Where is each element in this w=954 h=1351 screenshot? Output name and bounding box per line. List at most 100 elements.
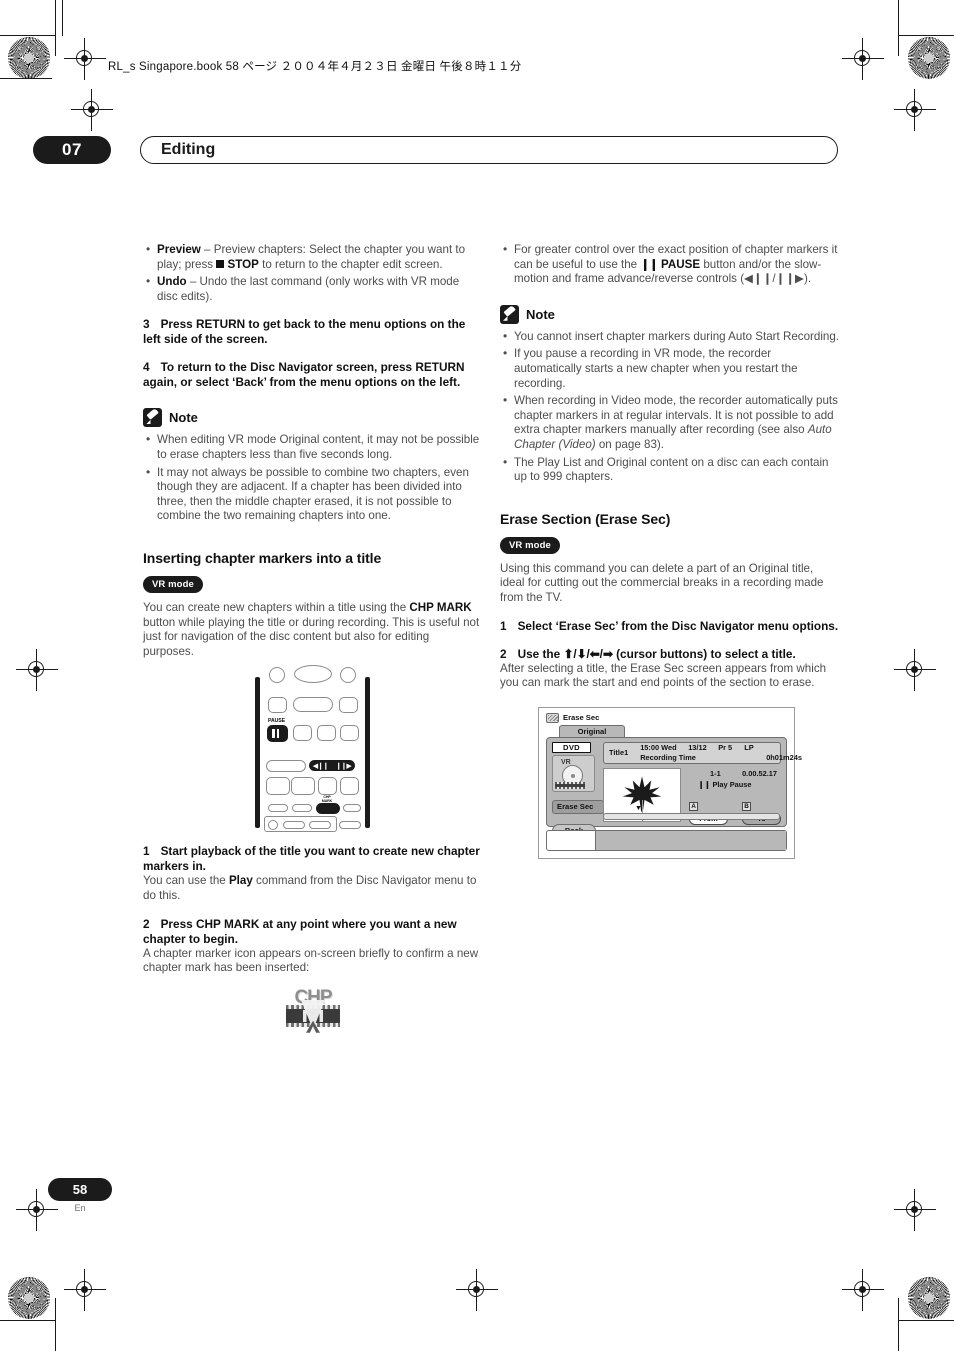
remote-pause-label: PAUSE: [268, 718, 285, 725]
right-step-2-text-2: (cursor buttons) to select a title.: [612, 646, 796, 661]
crop-rule-right-bottom: [898, 1298, 900, 1351]
left-step-1-body-1: You can use the: [143, 874, 229, 888]
osd-title: Erase Sec: [563, 713, 600, 723]
remote-right-edge: [365, 677, 370, 829]
osd-recording-time-value: 0h01m24s: [766, 752, 802, 762]
vr-mode-badge: VR mode: [500, 537, 560, 554]
pause-icon: [272, 729, 280, 739]
left-note-list: When editing VR mode Original content, i…: [143, 432, 483, 524]
film-strip-icon: [555, 781, 585, 789]
right-top-bullet-list: For greater control over the exact posit…: [500, 242, 840, 287]
osd-info-row-1: 15:00 Wed 13/12 Pr 5 LP: [640, 743, 802, 753]
page-language-code: En: [74, 1203, 86, 1213]
osd-info-program: Pr 5: [718, 743, 733, 753]
right-step-2-number: 2: [500, 646, 507, 661]
right-step-1-number: 1: [500, 618, 507, 633]
remote-button-r6-b: [292, 804, 312, 813]
osd-play-state: ❙❙ Play Pause: [698, 779, 752, 789]
disc-navigator-icon: [546, 712, 559, 723]
left-step-4-number: 4: [143, 360, 150, 375]
right-note-item: The Play List and Original content on a …: [500, 455, 840, 485]
osd-info-date: 13/12: [688, 743, 707, 753]
registration-mark-right-upper: [894, 89, 936, 131]
stop-square-icon: [216, 259, 225, 268]
chapter-number-badge: 07: [33, 136, 111, 164]
crop-rule-bottom-right: [898, 1320, 954, 1322]
crop-rule-left: [55, 0, 57, 56]
bullet-undo: Undo – Undo the last command (only works…: [143, 274, 483, 304]
frame-reverse-icon: ◀❙❙: [312, 762, 329, 770]
insert-chapter-markers-heading: Inserting chapter markers into a title: [143, 549, 382, 566]
right-step-2-body: After selecting a title, the Erase Sec s…: [500, 661, 827, 690]
chp-mark-onscreen-icon: CHP: [282, 988, 344, 1035]
pause-glyph-icon: ❙❙: [640, 257, 658, 271]
osd-menu-item-erase-sec[interactable]: Erase Sec: [552, 799, 604, 814]
registration-mark-bottom-left: [64, 1269, 106, 1311]
registration-mark-right-mid: [894, 649, 936, 691]
osd-title-label: Title: [609, 748, 625, 758]
left-step-2: 2 Press CHP MARK at any point where you w…: [143, 917, 483, 947]
registration-mark-bottom-right: [842, 1269, 884, 1311]
remote-button-r3-d: [340, 725, 359, 742]
right-step-2: 2 Use the ⬆/⬇/⬅/➡ (cursor buttons) to sel…: [500, 647, 840, 662]
pencil-note-icon: [500, 304, 519, 324]
left-step-1-body: You can use the Play command from the Di…: [143, 874, 483, 903]
osd-info-time: 15:00 Wed: [640, 743, 677, 753]
print-starburst-top-right: [908, 37, 950, 79]
osd-playback-line-1: 1-1 0.00.52.17: [692, 769, 781, 778]
registration-mark-right-lower: [894, 1189, 936, 1231]
left-step-1: 1 Start playback of the title you want to…: [143, 844, 483, 874]
remote-bottom-button-a: [283, 821, 305, 830]
registration-mark-top-left: [64, 38, 106, 80]
registration-mark-top-right: [842, 38, 884, 80]
remote-bottom-button-c: [339, 821, 361, 830]
osd-title-label-group: Title 1: [604, 748, 634, 757]
right-column: For greater control over the exact posit…: [500, 242, 840, 859]
marker-a-tag: A: [689, 801, 698, 811]
registration-mark-bottom-center: [456, 1269, 498, 1311]
intro-part-1: You can create new chapters within a tit…: [143, 600, 410, 614]
right-note-item: If you pause a recording in VR mode, the…: [500, 346, 840, 391]
registration-mark-left-mid: [16, 649, 58, 691]
print-starburst-bottom-right: [908, 1277, 950, 1319]
crop-rule-bottom: [0, 1320, 56, 1322]
osd-recording-time-label: Recording Time: [640, 752, 696, 762]
left-step-2-body: A chapter marker icon appears on-screen …: [143, 946, 479, 975]
erase-sec-screen-illustration: Erase Sec Original DVD VR Erase Sec Back…: [538, 706, 802, 859]
crop-rule-left-bottom: [55, 1298, 57, 1351]
left-column: Preview – Preview chapters: Select the c…: [143, 242, 483, 1035]
preview-undo-bullets: Preview – Preview chapters: Select the c…: [143, 242, 483, 304]
left-step-2-number: 2: [143, 916, 150, 931]
osd-timecode: 0.00.52.17: [742, 768, 777, 778]
remote-left-edge: [255, 677, 260, 829]
remote-button-r5-b: [291, 777, 315, 796]
remote-control-illustration: PAUSE ◀❙❙ ❙❙▶ CHP MARK: [239, 665, 387, 833]
osd-footer-bar: [546, 829, 787, 851]
osd-title-number: 1: [624, 748, 629, 758]
remote-button-r3-b: [293, 725, 312, 742]
osd-titlebar: Erase Sec: [546, 712, 600, 723]
osd-chapter-ref: 1-1: [710, 768, 721, 778]
remote-button-r6-d: [343, 804, 361, 813]
osd-tab-original[interactable]: Original: [559, 724, 625, 738]
remote-button-r4-left: [266, 760, 306, 773]
left-step-4: 4 To return to the Disc Navigator screen,…: [143, 360, 483, 390]
osd-playback-info: 1-1 0.00.52.17 ❙❙ Play Pause: [692, 769, 781, 789]
left-note-label: Note: [169, 410, 198, 426]
print-starburst-bottom-left: [8, 1277, 50, 1319]
bullet-preview-term: Preview: [157, 243, 201, 256]
remote-button-r2-center: [293, 697, 333, 713]
osd-side-menu: DVD VR Erase Sec Back: [552, 741, 604, 838]
remote-bottom-button-b: [309, 821, 331, 830]
bullet-preview: Preview – Preview chapters: Select the c…: [143, 242, 483, 272]
osd-info-details: 15:00 Wed 13/12 Pr 5 LP Recording Time 0…: [640, 743, 802, 762]
right-step-1: 1 Select ‘Erase Sec’ from the Disc Naviga…: [500, 619, 840, 634]
frame-forward-icon: ❙❙▶: [335, 762, 352, 770]
pencil-note-icon: [143, 408, 162, 428]
left-step-1-text: Start playback of the title you want to …: [143, 844, 480, 874]
osd-progress-bar[interactable]: [603, 812, 780, 820]
chapter-title: Editing: [140, 136, 838, 164]
osd-title-info-bar: Title 1 15:00 Wed 13/12 Pr 5 LP Recordin…: [603, 741, 802, 764]
osd-progress-marker-icon: ▼: [635, 804, 642, 812]
bullet-undo-text: – Undo the last command (only works with…: [157, 275, 460, 303]
